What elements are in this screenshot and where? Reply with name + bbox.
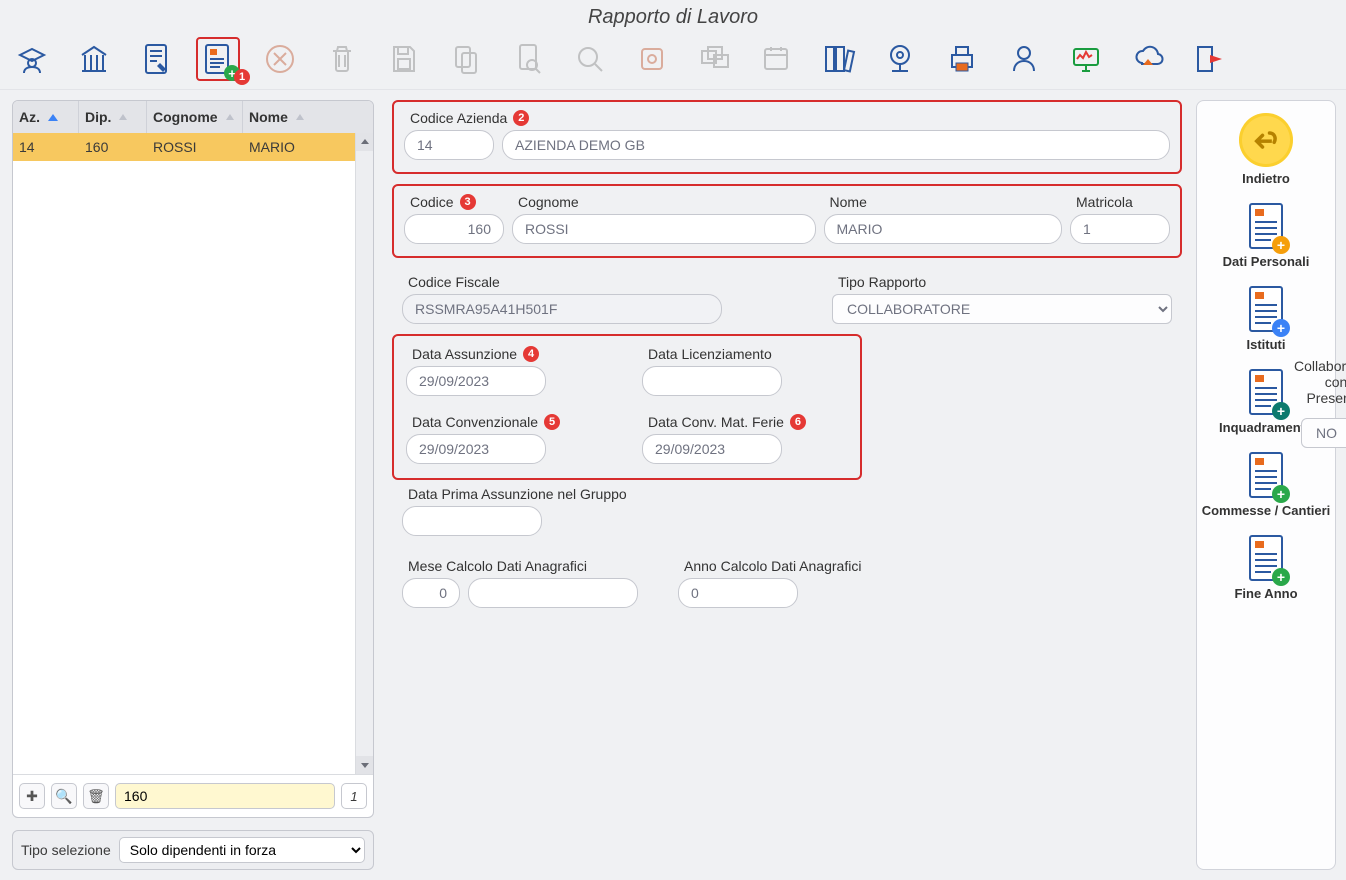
nav-label: Istituti [1247,337,1286,352]
view-doc-icon [506,37,550,81]
document-icon: + [1246,368,1286,416]
label-codice-azienda: Codice Azienda2 [404,110,1170,126]
label-codice: Codice3 [404,194,504,210]
label-assunzione: Data Assunzione4 [406,346,612,362]
input-assunzione[interactable] [406,366,546,396]
back-arrow-icon [1239,113,1293,167]
scrollbar[interactable] [355,133,373,774]
nav-label: Commesse / Cantieri [1202,503,1331,518]
cell-cognome: ROSSI [147,133,243,161]
nav-commesse[interactable]: + Commesse / Cantieri [1202,451,1331,518]
gallery-icon [692,37,736,81]
search-icon [568,37,612,81]
nav-label: Fine Anno [1234,586,1297,601]
main-toolbar: + 1 [0,33,1346,90]
calendar-icon [754,37,798,81]
cell-az: 14 [13,133,79,161]
cell-dip: 160 [79,133,147,161]
right-nav: Indietro + Dati Personali + Istituti + I… [1196,100,1336,870]
select-tipo-rapporto[interactable]: COLLABORATORE [832,294,1172,324]
monitor-icon[interactable] [1064,37,1108,81]
label-cognome: Cognome [512,194,816,210]
box-date: Data Assunzione4 Data Licenziamento Data… [392,334,862,480]
nav-indietro[interactable]: Indietro [1239,113,1293,186]
tipo-selezione-label: Tipo selezione [21,842,111,858]
search-row-button[interactable]: 🔍 [51,783,77,809]
label-nome: Nome [824,194,1062,210]
input-cognome[interactable] [512,214,816,244]
input-licenziamento[interactable] [642,366,782,396]
label-collab: Collaboratore con Presenze [1294,358,1346,406]
badge-5: 5 [544,414,560,430]
document-icon: + [1246,202,1286,250]
input-matferie[interactable] [642,434,782,464]
document-edit-icon[interactable] [134,37,178,81]
badge-4: 4 [523,346,539,362]
add-row-button[interactable]: ✚ [19,783,45,809]
badge-6: 6 [790,414,806,430]
grid-header: Az. Dip. Cognome Nome [13,101,373,133]
input-nome[interactable] [824,214,1062,244]
archive-icon[interactable] [816,37,860,81]
cell-nome: MARIO [243,133,373,161]
document-icon: + [1246,534,1286,582]
box-codice-azienda: Codice Azienda2 [392,100,1182,174]
cloud-sync-icon[interactable] [1126,37,1170,81]
label-tipo-rapporto: Tipo Rapporto [832,274,1172,290]
institution-icon[interactable] [72,37,116,81]
input-mese-calc[interactable] [402,578,460,608]
new-record-icon[interactable]: + 1 [196,37,240,81]
exit-icon[interactable] [1188,37,1232,81]
copy-doc-icon [444,37,488,81]
row-count: 1 [341,783,367,809]
document-icon: + [1246,451,1286,499]
target-icon [630,37,674,81]
select-collab[interactable]: NO [1301,418,1346,448]
input-anno-calc[interactable] [678,578,798,608]
input-mese-desc[interactable] [468,578,638,608]
col-cognome[interactable]: Cognome [147,101,243,133]
badge-2: 2 [513,110,529,126]
page-title: Rapporto di Lavoro [0,0,1346,33]
input-azienda-code[interactable] [404,130,494,160]
input-matricola[interactable] [1070,214,1170,244]
label-mese-calc: Mese Calcolo Dati Anagrafici [402,558,638,574]
input-codice[interactable] [404,214,504,244]
webcam-icon[interactable] [878,37,922,81]
nav-dati-personali[interactable]: + Dati Personali [1223,202,1310,269]
user-icon[interactable] [1002,37,1046,81]
student-icon[interactable] [10,37,54,81]
document-icon: + [1246,285,1286,333]
label-licenziamento: Data Licenziamento [642,346,848,362]
cancel-icon [258,37,302,81]
input-azienda-name[interactable] [502,130,1170,160]
employee-grid: Az. Dip. Cognome Nome 14 160 ROSSI MARIO… [12,100,374,818]
trash-icon [320,37,364,81]
nav-fine-anno[interactable]: + Fine Anno [1234,534,1297,601]
badge-3: 3 [460,194,476,210]
label-matricola: Matricola [1070,194,1170,210]
label-matferie: Data Conv. Mat. Ferie6 [642,414,848,430]
table-row[interactable]: 14 160 ROSSI MARIO [13,133,373,161]
input-convenzionale[interactable] [406,434,546,464]
input-gruppo[interactable] [402,506,542,536]
box-dipendente: Codice3 Cognome Nome Matricola [392,184,1182,258]
label-gruppo: Data Prima Assunzione nel Gruppo [402,486,682,502]
toolbar-badge-1: 1 [234,69,250,85]
printer-icon[interactable] [940,37,984,81]
filter-input[interactable] [115,783,335,809]
tipo-selezione-select[interactable]: Solo dipendenti in forza [119,837,365,863]
input-cf [402,294,722,324]
label-cf: Codice Fiscale [402,274,722,290]
nav-label: Dati Personali [1223,254,1310,269]
label-anno-calc: Anno Calcolo Dati Anagrafici [678,558,861,574]
save-icon [382,37,426,81]
col-nome[interactable]: Nome [243,101,373,133]
delete-row-button[interactable]: 🗑 [83,783,109,809]
nav-label: Indietro [1242,171,1290,186]
label-convenzionale: Data Convenzionale5 [406,414,612,430]
nav-istituti[interactable]: + Istituti [1246,285,1286,352]
col-az[interactable]: Az. [13,101,79,133]
col-dip[interactable]: Dip. [79,101,147,133]
